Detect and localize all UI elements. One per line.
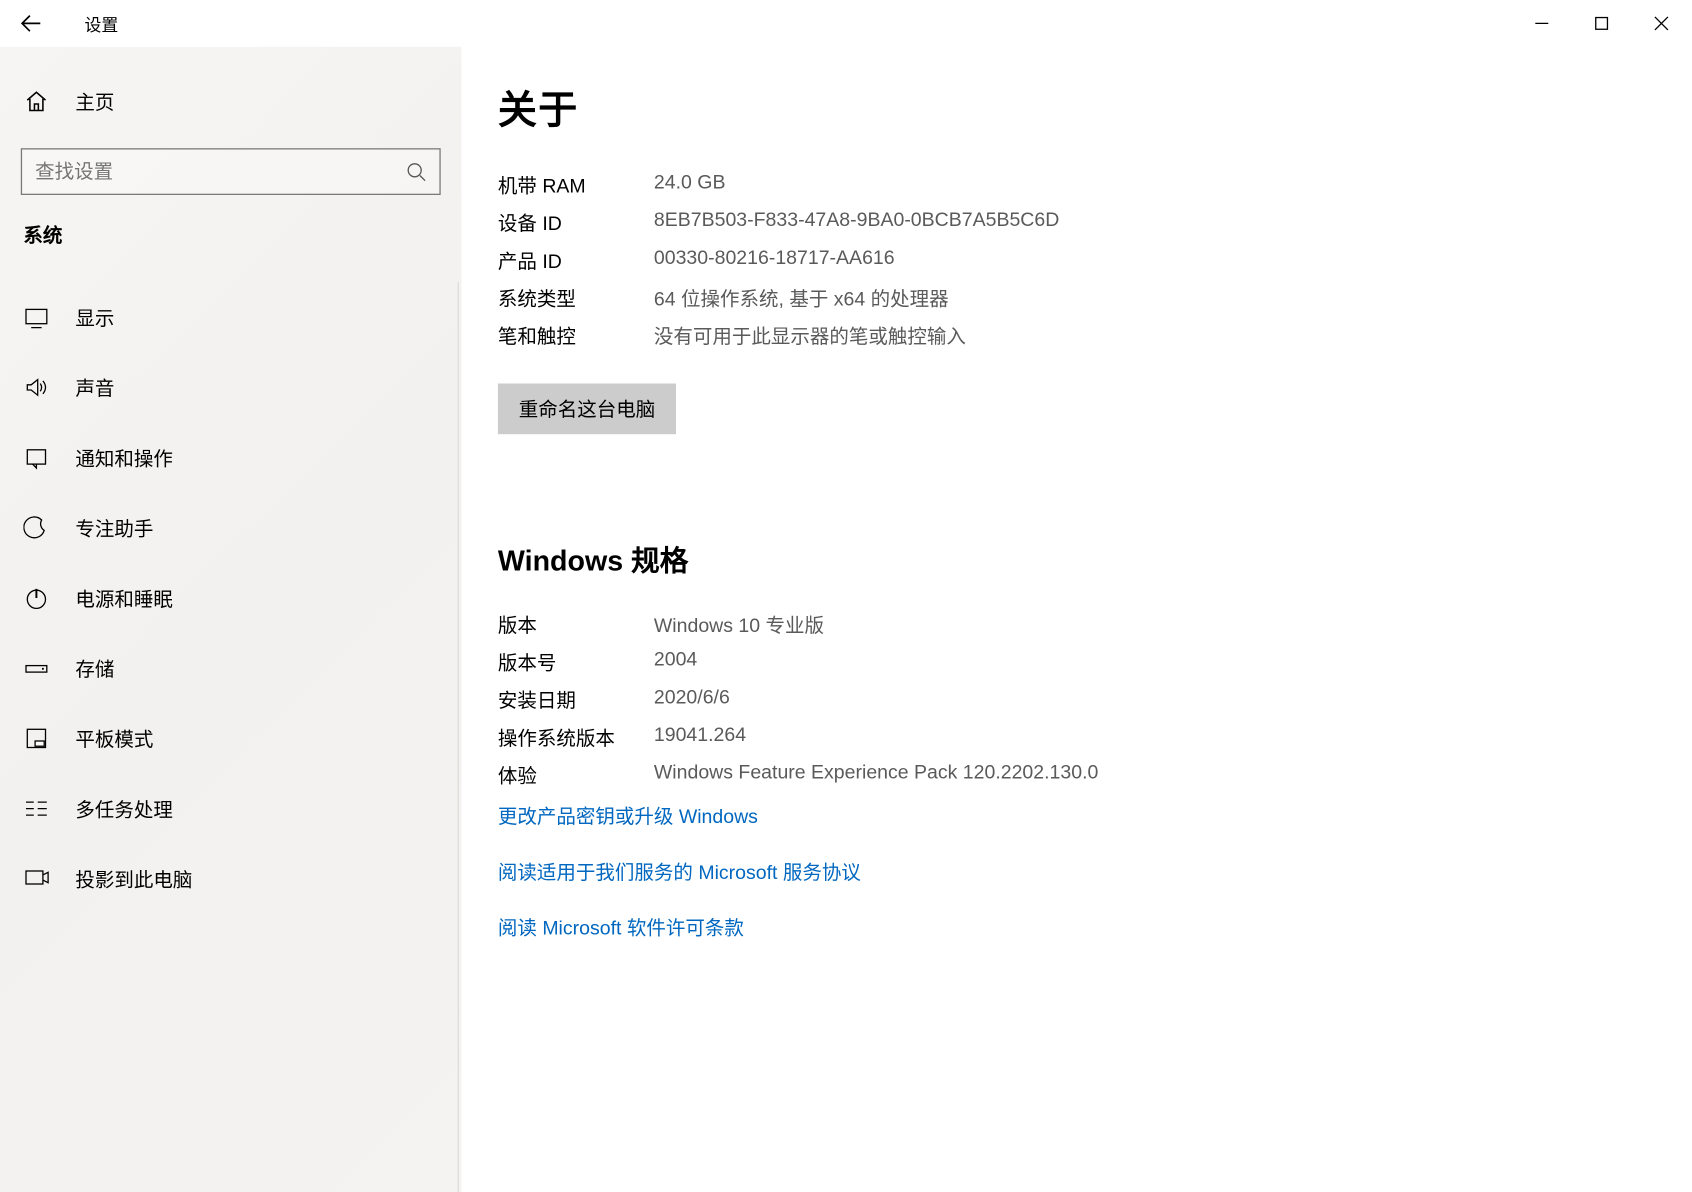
sidebar-home[interactable]: 主页	[0, 73, 461, 130]
sidebar-item-label: 通知和操作	[75, 444, 173, 471]
spec-value: 19041.264	[654, 724, 746, 751]
sidebar-item-label: 显示	[75, 304, 114, 331]
display-icon	[23, 304, 49, 330]
main-content: 关于 机带 RAM24.0 GB 设备 ID8EB7B503-F833-47A8…	[461, 47, 1691, 1192]
link-change-product-key[interactable]: 更改产品密钥或升级 Windows	[498, 802, 1655, 829]
device-specs: 机带 RAM24.0 GB 设备 ID8EB7B503-F833-47A8-9B…	[498, 172, 1655, 350]
home-icon	[23, 88, 49, 114]
link-license-terms[interactable]: 阅读 Microsoft 软件许可条款	[498, 914, 1655, 941]
sidebar-home-label: 主页	[75, 88, 114, 115]
sidebar-item-label: 多任务处理	[75, 795, 173, 822]
spec-value: Windows 10 专业版	[654, 611, 824, 638]
spec-row: 产品 ID00330-80216-18717-AA616	[498, 247, 1655, 274]
multitask-icon	[23, 796, 49, 822]
sidebar-item-tablet[interactable]: 平板模式	[0, 703, 458, 773]
page-title: 关于	[498, 78, 1655, 135]
sidebar-item-project[interactable]: 投影到此电脑	[0, 844, 458, 914]
minimize-button[interactable]	[1512, 0, 1572, 47]
spec-label: 机带 RAM	[498, 172, 654, 199]
title-bar: 设置	[0, 0, 1691, 47]
spec-label: 系统类型	[498, 285, 654, 312]
spec-row: 机带 RAM24.0 GB	[498, 172, 1655, 199]
spec-value: 24.0 GB	[654, 172, 726, 199]
sidebar-category: 系统	[0, 221, 461, 248]
sidebar-item-label: 电源和睡眠	[75, 584, 173, 611]
spec-value: 00330-80216-18717-AA616	[654, 247, 895, 274]
windows-specs: 版本Windows 10 专业版 版本号2004 安装日期2020/6/6 操作…	[498, 611, 1655, 789]
sound-icon	[23, 374, 49, 400]
spec-value: 64 位操作系统, 基于 x64 的处理器	[654, 285, 949, 312]
spec-label: 设备 ID	[498, 209, 654, 236]
sidebar-item-power[interactable]: 电源和睡眠	[0, 563, 458, 633]
spec-label: 操作系统版本	[498, 724, 654, 751]
project-icon	[23, 866, 49, 892]
back-button[interactable]	[0, 0, 62, 47]
back-arrow-icon	[21, 13, 42, 34]
spec-value: 2004	[654, 649, 697, 676]
spec-row: 版本Windows 10 专业版	[498, 611, 1655, 638]
sidebar-item-label: 声音	[75, 374, 114, 401]
tablet-icon	[23, 725, 49, 751]
spec-label: 体验	[498, 762, 654, 789]
spec-label: 安装日期	[498, 686, 654, 713]
search-box[interactable]	[21, 148, 441, 195]
spec-value: 没有可用于此显示器的笔或触控输入	[654, 322, 966, 349]
maximize-button[interactable]	[1572, 0, 1632, 47]
spec-label: 笔和触控	[498, 322, 654, 349]
notifications-icon	[23, 445, 49, 471]
minimize-icon	[1534, 16, 1550, 32]
sidebar-item-label: 投影到此电脑	[75, 865, 192, 892]
sidebar-item-label: 专注助手	[75, 514, 153, 541]
sidebar: 主页 系统 显示 声音 通知和操作	[0, 47, 461, 1192]
rename-pc-button[interactable]: 重命名这台电脑	[498, 384, 676, 435]
power-icon	[23, 585, 49, 611]
maximize-icon	[1594, 16, 1610, 32]
sidebar-nav: 显示 声音 通知和操作 专注助手 电源和睡眠	[0, 282, 459, 1192]
focus-assist-icon	[23, 515, 49, 541]
spec-row: 安装日期2020/6/6	[498, 686, 1655, 713]
close-button[interactable]	[1632, 0, 1692, 47]
spec-value: Windows Feature Experience Pack 120.2202…	[654, 762, 1098, 789]
spec-row: 版本号2004	[498, 649, 1655, 676]
storage-icon	[23, 655, 49, 681]
sidebar-item-multitask[interactable]: 多任务处理	[0, 774, 458, 844]
search-input[interactable]	[22, 161, 392, 183]
sidebar-item-sound[interactable]: 声音	[0, 352, 458, 422]
windows-specs-title: Windows 规格	[498, 538, 1655, 580]
spec-row: 体验Windows Feature Experience Pack 120.22…	[498, 762, 1655, 789]
search-icon	[393, 161, 440, 182]
sidebar-item-label: 存储	[75, 655, 114, 682]
spec-row: 系统类型64 位操作系统, 基于 x64 的处理器	[498, 285, 1655, 312]
sidebar-item-focus-assist[interactable]: 专注助手	[0, 493, 458, 563]
spec-label: 版本号	[498, 649, 654, 676]
spec-row: 设备 ID8EB7B503-F833-47A8-9BA0-0BCB7A5B5C6…	[498, 209, 1655, 236]
spec-row: 操作系统版本19041.264	[498, 724, 1655, 751]
sidebar-item-storage[interactable]: 存储	[0, 633, 458, 703]
sidebar-item-display[interactable]: 显示	[0, 282, 458, 352]
window-title: 设置	[85, 11, 119, 36]
close-icon	[1654, 16, 1670, 32]
spec-label: 产品 ID	[498, 247, 654, 274]
link-service-agreement[interactable]: 阅读适用于我们服务的 Microsoft 服务协议	[498, 858, 1655, 885]
spec-row: 笔和触控没有可用于此显示器的笔或触控输入	[498, 322, 1655, 349]
spec-value: 8EB7B503-F833-47A8-9BA0-0BCB7A5B5C6D	[654, 209, 1059, 236]
spec-value: 2020/6/6	[654, 686, 730, 713]
sidebar-item-notifications[interactable]: 通知和操作	[0, 422, 458, 492]
sidebar-item-label: 平板模式	[75, 725, 153, 752]
spec-label: 版本	[498, 611, 654, 638]
